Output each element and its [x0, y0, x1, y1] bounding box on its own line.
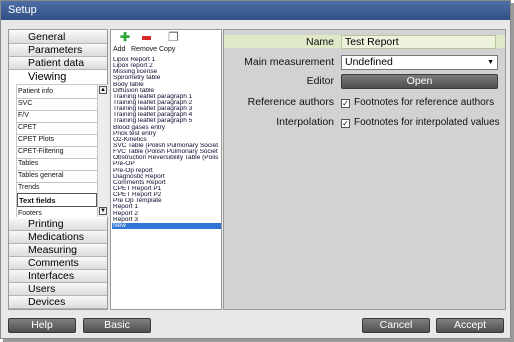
name-label: Name — [305, 36, 334, 48]
remove-icon — [141, 32, 151, 42]
nav-tab-medications[interactable]: Medications — [9, 231, 107, 244]
nav-tab-patient-data[interactable]: Patient data — [9, 57, 107, 70]
interpolation-label: Interpolation — [276, 116, 334, 128]
viewing-subcategory-list: Patient info SVC F/V CPET CPET Plots CPE… — [16, 84, 108, 217]
report-properties-panel: Name Test Report Main measurement Undefi… — [223, 29, 506, 310]
nav-tab-viewing[interactable]: Viewing — [9, 70, 107, 85]
scroll-up-icon[interactable]: ▲ — [99, 86, 107, 94]
title-bar[interactable]: Setup — [1, 1, 510, 20]
cancel-button[interactable]: Cancel — [362, 318, 430, 333]
reference-authors-checkbox-label: Footnotes for reference authors — [354, 97, 495, 108]
nav-tab-devices[interactable]: Devices — [9, 296, 107, 309]
main-measurement-value: Undefined — [345, 56, 393, 68]
help-button[interactable]: Help — [8, 318, 76, 333]
subcategory-scrollbar[interactable]: ▲ ▼ — [97, 85, 108, 217]
main-measurement-select[interactable]: Undefined ▼ — [341, 55, 498, 70]
scroll-down-icon[interactable]: ▼ — [99, 207, 107, 215]
nav-tab-measuring[interactable]: Measuring — [9, 244, 107, 257]
copy-label: Copy — [159, 46, 176, 53]
name-input[interactable]: Test Report — [341, 35, 496, 49]
report-list[interactable]: Lipox Report 1 Lipox report 2 Missing lice… — [112, 57, 221, 307]
chevron-down-icon: ▼ — [487, 59, 494, 66]
nav-tab-comments[interactable]: Comments — [9, 257, 107, 270]
checkbox-checked-icon[interactable]: ✓ — [341, 119, 350, 128]
accept-button[interactable]: Accept — [436, 318, 504, 333]
copy-icon: ❐ — [168, 30, 179, 44]
interpolation-checkbox[interactable]: ✓ Footnotes for interpolated values — [341, 117, 500, 129]
nav-tab-printing[interactable]: Printing — [9, 218, 107, 231]
nav-tab-general[interactable]: General — [9, 31, 107, 44]
reference-authors-checkbox[interactable]: ✓ Footnotes for reference authors — [341, 97, 494, 109]
nav-tab-interfaces[interactable]: Interfaces — [9, 270, 107, 283]
editor-label: Editor — [306, 75, 334, 87]
subcategory-item-selected[interactable]: Text fields — [17, 193, 97, 207]
nav-tab-parameters[interactable]: Parameters — [9, 44, 107, 57]
window-title: Setup — [8, 4, 37, 16]
report-list-item-selected[interactable]: New — [112, 222, 221, 229]
copy-button[interactable]: ❐ Copy — [159, 30, 187, 54]
open-editor-button[interactable]: Open — [341, 74, 498, 89]
nav-tab-users[interactable]: Users — [9, 283, 107, 296]
basic-button[interactable]: Basic — [83, 318, 151, 333]
reference-authors-label: Reference authors — [247, 96, 334, 108]
remove-button[interactable]: Remove — [131, 30, 161, 54]
main-measurement-label: Main measurement — [244, 56, 334, 68]
interpolation-checkbox-label: Footnotes for interpolated values — [354, 117, 500, 128]
subcategory-item[interactable]: Footers — [17, 207, 97, 217]
report-list-panel: ✚ Add Remove ❐ Copy Lipox Report 1 Lipox … — [110, 29, 222, 310]
checkbox-checked-icon[interactable]: ✓ — [341, 99, 350, 108]
plus-icon: ✚ — [120, 30, 131, 44]
